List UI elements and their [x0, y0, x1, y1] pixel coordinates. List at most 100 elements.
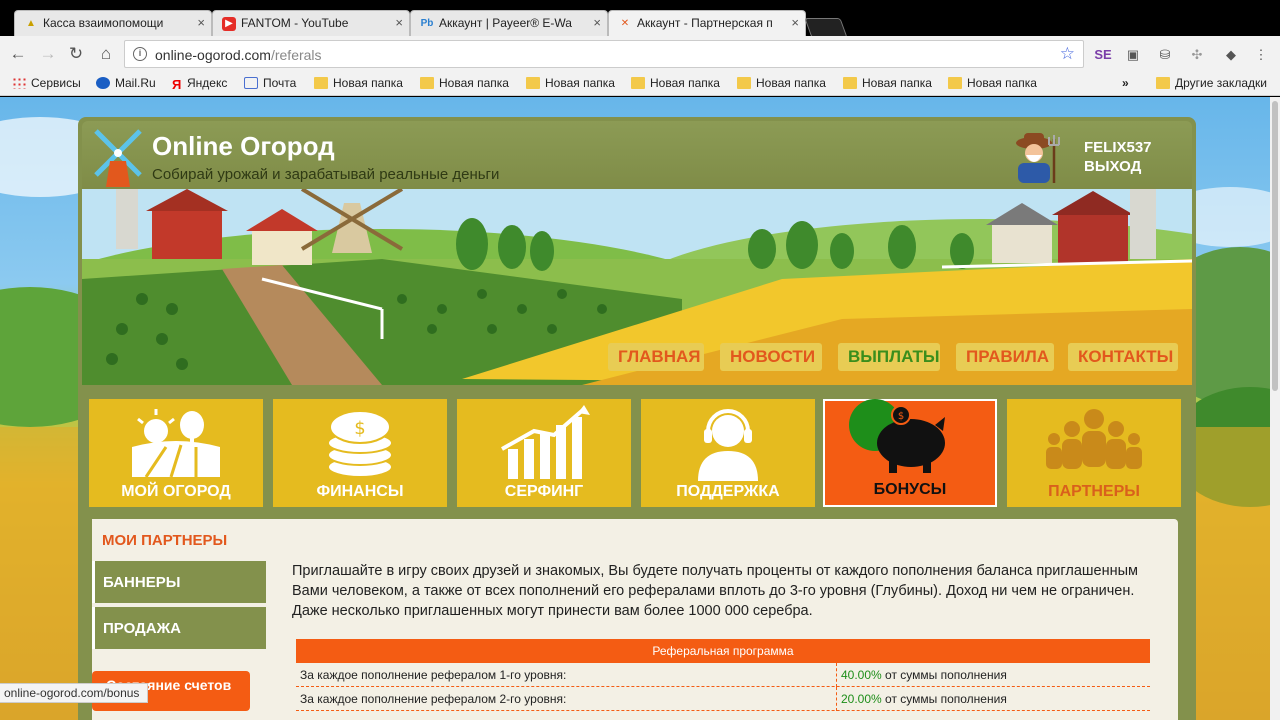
bookmarks-bar: Сервисы Mail.Ru Я Яндекс Почта Новая папк…	[0, 72, 1280, 96]
logout-link[interactable]: ВЫХОД	[1084, 158, 1141, 175]
svg-text:$: $	[354, 418, 365, 439]
web-page: Online Огород Собирай урожай и зарабатыв…	[0, 97, 1270, 720]
username[interactable]: FELIX537	[1084, 139, 1152, 156]
bookmark-mail[interactable]: Почта	[244, 76, 296, 90]
site-header: Online Огород Собирай урожай и зарабатыв…	[82, 121, 1192, 189]
browser-toolbar: ← → ↻ ⌂ i online-ogorod.com/referals ☆ S…	[0, 36, 1280, 72]
yandex-icon: Я	[172, 77, 182, 92]
bookmark-other[interactable]: Другие закладки	[1156, 76, 1267, 90]
folder-icon	[948, 77, 962, 89]
svg-text:$: $	[898, 411, 904, 422]
bookmark-mailru[interactable]: Mail.Ru	[96, 76, 156, 90]
site-frame: Online Огород Собирай урожай и зарабатыв…	[78, 117, 1196, 720]
info-icon[interactable]: i	[133, 47, 147, 61]
tile-label: ФИНАНСЫ	[316, 483, 404, 500]
nav-rules[interactable]: ПРАВИЛА	[956, 343, 1054, 371]
tab-ogorod[interactable]: ✕ Аккаунт - Партнерская п ×	[608, 10, 806, 36]
page-scrollbar[interactable]	[1270, 97, 1280, 720]
nav-home[interactable]: ГЛАВНАЯ	[608, 343, 704, 371]
warning-icon: ▲	[26, 18, 36, 29]
site-title[interactable]: Online Огород	[152, 131, 335, 162]
sidebar-banners[interactable]: БАННЕРЫ	[92, 561, 266, 603]
table-row: За каждое пополнение рефералом 1-го уров…	[296, 663, 1150, 687]
farmer-avatar-icon[interactable]	[1012, 129, 1062, 183]
youtube-icon: ▶	[222, 17, 236, 31]
piggy-bank-icon: $	[849, 399, 945, 473]
status-url: online-ogorod.com/bonus	[0, 683, 149, 703]
apps-icon	[12, 77, 26, 89]
tile-surfing[interactable]: СЕРФИНГ	[457, 399, 631, 507]
tab-youtube[interactable]: ▶ FANTOM - YouTube ×	[212, 10, 410, 36]
close-tab-icon[interactable]: ×	[395, 15, 403, 30]
payeer-icon: Pb	[420, 18, 434, 29]
nav-payouts[interactable]: ВЫПЛАТЫ	[838, 343, 940, 371]
folder-icon	[1156, 77, 1170, 89]
tile-label: ПОДДЕРЖКА	[676, 483, 780, 500]
tile-partners[interactable]: ПАРТНЕРЫ	[1007, 399, 1181, 507]
scrollbar-thumb[interactable]	[1272, 101, 1278, 391]
close-tab-icon[interactable]: ×	[197, 15, 205, 30]
folder-icon	[631, 77, 645, 89]
reload-icon[interactable]: ↻	[66, 44, 86, 64]
referral-table: Реферальная программа За каждое пополнен…	[296, 639, 1150, 711]
extension-icon[interactable]: ◆	[1222, 46, 1240, 64]
bookmark-folder[interactable]: Новая папка	[843, 76, 932, 90]
tab-payeer[interactable]: Pb Аккаунт | Payeer® E-Wa ×	[410, 10, 608, 36]
tab-strip: ▲ Касса взаимопомощи × ▶ FANTOM - YouTub…	[0, 8, 1280, 38]
mail-icon	[244, 77, 258, 89]
table-row: За каждое пополнение рефералом 2-го уров…	[296, 687, 1150, 711]
bookmark-folder[interactable]: Новая папка	[737, 76, 826, 90]
folder-icon	[420, 77, 434, 89]
tab-kassa[interactable]: ▲ Касса взаимопомощи ×	[14, 10, 212, 36]
farm-icon	[132, 409, 220, 478]
address-bar[interactable]: i online-ogorod.com/referals ☆	[124, 40, 1084, 68]
bookmarks-overflow[interactable]: »	[1122, 76, 1129, 90]
nav-news[interactable]: НОВОСТИ	[720, 343, 822, 371]
folder-icon	[737, 77, 751, 89]
url-text[interactable]: online-ogorod.com/referals	[155, 47, 322, 63]
bookmark-folder[interactable]: Новая папка	[420, 76, 509, 90]
windmill-logo-icon	[94, 129, 142, 187]
menu-icon[interactable]: ⋮	[1252, 46, 1270, 64]
sidebar-my-partners[interactable]: МОИ ПАРТНЕРЫ	[92, 519, 270, 561]
bookmark-folder[interactable]: Новая папка	[631, 76, 720, 90]
support-icon	[698, 409, 758, 481]
tile-label: ПАРТНЕРЫ	[1048, 483, 1140, 500]
extension-icon[interactable]: ⛁	[1156, 46, 1174, 64]
referral-intro: Приглашайте в игру своих друзей и знаком…	[292, 563, 1138, 619]
site-slogan: Собирай урожай и зарабатывай реальные де…	[152, 166, 500, 183]
extension-icon[interactable]: SE	[1094, 46, 1112, 64]
partners-icon	[1046, 409, 1142, 469]
mailru-icon	[96, 77, 110, 89]
referral-table-title: Реферальная программа	[296, 639, 1150, 663]
bookmark-yandex[interactable]: Я Яндекс	[172, 76, 227, 91]
tile-support[interactable]: ПОДДЕРЖКА	[641, 399, 815, 507]
bookmark-star-icon[interactable]: ☆	[1060, 44, 1075, 64]
home-icon[interactable]: ⌂	[96, 44, 116, 64]
tile-label: СЕРФИНГ	[504, 483, 584, 500]
bookmark-folder[interactable]: Новая папка	[526, 76, 615, 90]
tile-finance[interactable]: $ ФИНАНСЫ	[273, 399, 447, 507]
back-icon[interactable]: ←	[8, 44, 28, 64]
chart-icon	[501, 405, 590, 479]
new-tab-button[interactable]	[804, 18, 848, 38]
extension-icon[interactable]: ▣	[1124, 46, 1142, 64]
tile-bonuses[interactable]: $ БОНУСЫ	[823, 399, 997, 507]
tile-label: БОНУСЫ	[873, 481, 947, 498]
folder-icon	[314, 77, 328, 89]
screen-top	[0, 0, 1280, 8]
close-tab-icon[interactable]: ×	[593, 15, 601, 30]
forward-icon[interactable]: →	[38, 44, 58, 64]
bookmark-folder[interactable]: Новая папка	[314, 76, 403, 90]
folder-icon	[843, 77, 857, 89]
bookmark-folder[interactable]: Новая папка	[948, 76, 1037, 90]
windmill-icon: ✕	[620, 18, 630, 29]
tile-label: МОЙ ОГОРОД	[121, 483, 231, 500]
close-tab-icon[interactable]: ×	[791, 15, 799, 30]
sidebar-sales[interactable]: ПРОДАЖА	[92, 607, 266, 649]
folder-icon	[526, 77, 540, 89]
extension-icon[interactable]: ✣	[1188, 46, 1206, 64]
bookmark-services[interactable]: Сервисы	[12, 76, 81, 90]
nav-contacts[interactable]: КОНТАКТЫ	[1068, 343, 1178, 371]
tile-my-garden[interactable]: МОЙ ОГОРОД	[89, 399, 263, 507]
